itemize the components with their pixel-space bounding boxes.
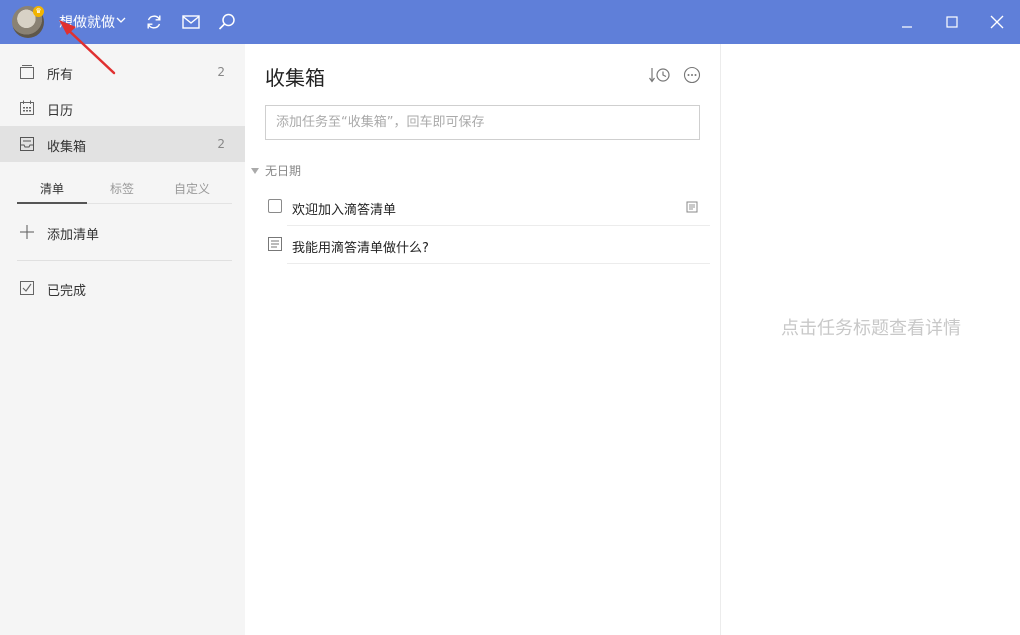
note-task-icon[interactable] bbox=[267, 236, 283, 252]
sort-by-time-icon[interactable] bbox=[648, 65, 672, 85]
more-options-icon[interactable] bbox=[683, 66, 701, 84]
add-list-label: 添加清单 bbox=[47, 228, 100, 243]
task-separator bbox=[287, 263, 710, 264]
all-tasks-icon bbox=[20, 65, 34, 79]
sidebar-item-completed[interactable]: 已完成 bbox=[0, 270, 245, 306]
task-item[interactable]: 我能用滴答清单做什么? bbox=[265, 226, 710, 264]
add-list-button[interactable]: 添加清单 bbox=[0, 214, 245, 250]
sidebar-item-label: 所有 bbox=[47, 68, 74, 83]
username-label[interactable]: 想做就做 bbox=[59, 12, 115, 32]
task-checkbox[interactable] bbox=[268, 199, 282, 213]
task-title[interactable]: 欢迎加入滴答清单 bbox=[292, 199, 396, 218]
inbox-icon bbox=[20, 137, 34, 151]
page-title: 收集箱 bbox=[265, 66, 325, 90]
refresh-icon[interactable] bbox=[144, 12, 164, 32]
sidebar-item-label: 收集箱 bbox=[47, 140, 87, 155]
crown-badge-icon: ♛ bbox=[33, 6, 44, 17]
tab-custom[interactable]: 自定义 bbox=[157, 180, 227, 197]
tab-tags[interactable]: 标签 bbox=[87, 180, 157, 197]
note-indicator-icon bbox=[686, 201, 698, 213]
mail-icon[interactable] bbox=[181, 12, 201, 32]
task-title[interactable]: 我能用滴答清单做什么? bbox=[292, 237, 429, 256]
empty-detail-hint: 点击任务标题查看详情 bbox=[781, 318, 961, 339]
sidebar: 所有 2 日历 收集箱 2 清单 标签 自定义 添加清单 已完成 bbox=[0, 44, 245, 635]
list-tabs: 清单 标签 自定义 bbox=[17, 180, 232, 204]
sidebar-divider bbox=[17, 260, 232, 261]
task-list-pane: 收集箱 无日期 欢迎加入滴答清单 我能用滴答清单做什么? bbox=[245, 44, 720, 635]
task-item[interactable]: 欢迎加入滴答清单 bbox=[265, 188, 710, 226]
chevron-down-icon[interactable] bbox=[116, 15, 126, 25]
calendar-icon bbox=[20, 100, 34, 115]
add-task-input[interactable] bbox=[265, 105, 700, 140]
sidebar-item-count: 2 bbox=[217, 137, 225, 151]
task-detail-pane: 点击任务标题查看详情 bbox=[720, 44, 1020, 635]
search-icon[interactable] bbox=[217, 12, 237, 32]
plus-icon bbox=[20, 225, 34, 239]
sidebar-item-count: 2 bbox=[217, 65, 225, 79]
sidebar-item-inbox[interactable]: 收集箱 2 bbox=[0, 126, 245, 162]
tab-lists[interactable]: 清单 bbox=[17, 180, 87, 197]
close-icon[interactable] bbox=[987, 12, 1007, 32]
sidebar-item-label: 日历 bbox=[47, 104, 74, 119]
minimize-icon[interactable] bbox=[897, 12, 917, 32]
sidebar-item-calendar[interactable]: 日历 bbox=[0, 90, 245, 126]
collapse-triangle-icon bbox=[251, 168, 259, 174]
active-tab-indicator bbox=[17, 202, 87, 204]
maximize-icon[interactable] bbox=[942, 12, 962, 32]
section-header-no-date[interactable]: 无日期 bbox=[251, 162, 301, 179]
section-label: 无日期 bbox=[265, 164, 302, 178]
checkbox-checked-icon bbox=[20, 281, 34, 295]
sidebar-item-label: 已完成 bbox=[47, 284, 87, 299]
sidebar-item-all[interactable]: 所有 2 bbox=[0, 54, 245, 90]
title-bar: ♛ 想做就做 bbox=[0, 0, 1020, 44]
